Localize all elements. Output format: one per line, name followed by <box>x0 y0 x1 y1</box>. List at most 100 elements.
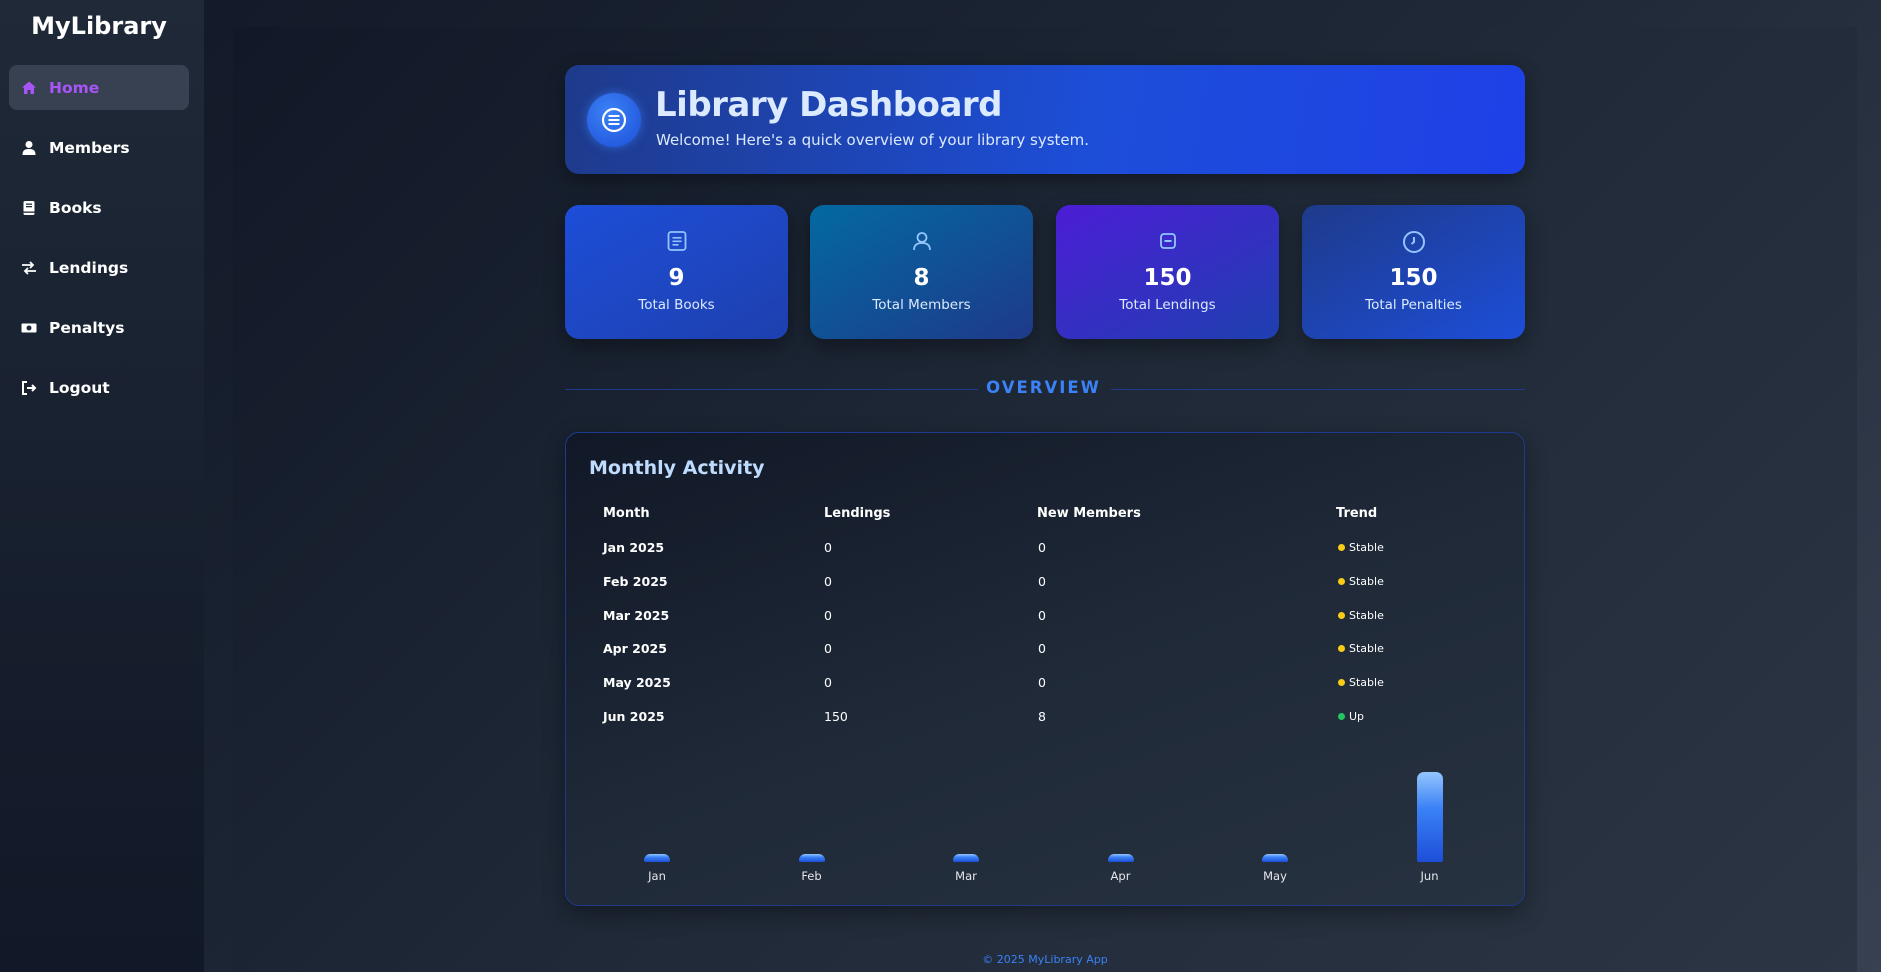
sidebar-item-label: Lendings <box>49 258 129 277</box>
sidebar-item-label: Logout <box>49 378 110 397</box>
cell-lendings: 0 <box>824 641 832 656</box>
trend-label: Stable <box>1349 541 1384 554</box>
chart-label-jun: Jun <box>1420 869 1439 883</box>
stat-card-penalties[interactable]: 150 Total Penalties <box>1302 205 1525 339</box>
table-row: Apr 2025 0 0 Stable <box>566 641 1524 669</box>
status-dot-icon <box>1338 612 1345 619</box>
stat-label: Total Books <box>638 297 715 313</box>
cell-new-members: 0 <box>1038 608 1046 623</box>
cell-month: May 2025 <box>603 675 671 690</box>
stat-value: 150 <box>1389 265 1438 291</box>
page-subtitle: Welcome! Here's a quick overview of your… <box>656 131 1090 149</box>
cell-month: Jun 2025 <box>603 709 665 724</box>
cell-new-members: 8 <box>1038 709 1046 724</box>
stat-value: 9 <box>668 265 685 291</box>
column-header-new-members: New Members <box>1037 506 1141 521</box>
sidebar-item-books[interactable]: Books <box>9 185 189 230</box>
divider-right <box>1111 389 1525 390</box>
logout-icon <box>19 380 39 396</box>
sidebar-item-label: Members <box>49 138 130 157</box>
stat-label: Total Lendings <box>1119 297 1216 313</box>
trend-label: Stable <box>1349 676 1384 689</box>
cell-lendings: 150 <box>824 709 848 724</box>
sidebar-item-lendings[interactable]: Lendings <box>9 245 189 290</box>
document-icon <box>565 230 788 252</box>
status-dot-icon <box>1338 713 1345 720</box>
home-icon <box>19 80 39 96</box>
cell-new-members: 0 <box>1038 641 1046 656</box>
column-header-trend: Trend <box>1336 506 1378 521</box>
trend-label: Up <box>1349 710 1365 723</box>
activity-title: Monthly Activity <box>589 457 765 479</box>
chart-bar-apr <box>1107 854 1134 862</box>
sidebar-item-logout[interactable]: Logout <box>9 365 189 410</box>
sidebar-item-label: Home <box>49 78 100 97</box>
cell-month: Mar 2025 <box>603 608 670 623</box>
stat-value: 8 <box>913 265 930 291</box>
chart-label-apr: Apr <box>1110 869 1131 883</box>
brand-logo[interactable]: MyLibrary <box>0 12 198 40</box>
table-row: Jan 2025 0 0 Stable <box>566 540 1524 568</box>
trend-label: Stable <box>1349 642 1384 655</box>
trend-badge: Stable <box>1338 575 1384 588</box>
dashboard-header: Library Dashboard Welcome! Here's a quic… <box>565 65 1525 174</box>
table-row: May 2025 0 0 Stable <box>566 675 1524 703</box>
page-title: Library Dashboard <box>655 85 1003 125</box>
stat-card-lendings[interactable]: 150 Total Lendings <box>1056 205 1279 339</box>
stat-label: Total Members <box>872 297 971 313</box>
cell-lendings: 0 <box>824 675 832 690</box>
list-circle-icon <box>587 93 641 147</box>
column-header-lendings: Lendings <box>824 506 891 521</box>
cell-month: Jan 2025 <box>603 540 665 555</box>
trend-badge: Stable <box>1338 541 1384 554</box>
sidebar-item-penaltys[interactable]: Penaltys <box>9 305 189 350</box>
stat-value: 150 <box>1143 265 1192 291</box>
cell-new-members: 0 <box>1038 574 1046 589</box>
table-row: Mar 2025 0 0 Stable <box>566 608 1524 636</box>
exchange-icon <box>19 260 39 276</box>
minus-square-icon <box>1056 230 1279 252</box>
chart-label-feb: Feb <box>801 869 822 883</box>
trend-badge: Stable <box>1338 609 1384 622</box>
cell-new-members: 0 <box>1038 675 1046 690</box>
sidebar-item-home[interactable]: Home <box>9 65 189 110</box>
chart-bar-feb <box>798 854 825 862</box>
table-row: Jun 2025 150 8 Up <box>566 709 1524 737</box>
trend-badge: Stable <box>1338 642 1384 655</box>
sidebar: MyLibrary Home Members Books Lendings Pe… <box>0 0 204 972</box>
status-dot-icon <box>1338 645 1345 652</box>
chart-bar-mar <box>953 854 979 862</box>
chart-bar-jun <box>1416 772 1443 862</box>
cell-new-members: 0 <box>1038 540 1046 555</box>
trend-badge: Stable <box>1338 676 1384 689</box>
status-dot-icon <box>1338 544 1345 551</box>
column-header-month: Month <box>603 506 650 521</box>
cell-lendings: 0 <box>824 608 832 623</box>
divider-left <box>565 389 978 390</box>
trend-label: Stable <box>1349 609 1384 622</box>
stat-card-books[interactable]: 9 Total Books <box>565 205 788 339</box>
trend-label: Stable <box>1349 575 1384 588</box>
user-icon <box>810 230 1033 252</box>
chart-bar-may <box>1262 854 1288 862</box>
overview-heading: OVERVIEW <box>986 378 1101 397</box>
sidebar-item-members[interactable]: Members <box>9 125 189 170</box>
user-icon <box>19 140 39 156</box>
cell-lendings: 0 <box>824 574 832 589</box>
stat-label: Total Penalties <box>1365 297 1462 313</box>
trend-badge: Up <box>1338 710 1364 723</box>
status-dot-icon <box>1338 578 1345 585</box>
chart-label-mar: Mar <box>955 869 977 883</box>
cell-month: Apr 2025 <box>603 641 667 656</box>
monthly-activity-card: Monthly Activity Month Lendings New Memb… <box>565 432 1525 906</box>
book-icon <box>19 200 39 216</box>
stat-card-members[interactable]: 8 Total Members <box>810 205 1033 339</box>
status-dot-icon <box>1338 679 1345 686</box>
sidebar-item-label: Penaltys <box>49 318 125 337</box>
chart-label-jan: Jan <box>648 869 666 883</box>
clock-icon <box>1302 230 1525 254</box>
footer-text: © 2025 MyLibrary App <box>982 953 1108 966</box>
cell-lendings: 0 <box>824 540 832 555</box>
table-row: Feb 2025 0 0 Stable <box>566 574 1524 602</box>
chart-label-may: May <box>1263 869 1287 883</box>
